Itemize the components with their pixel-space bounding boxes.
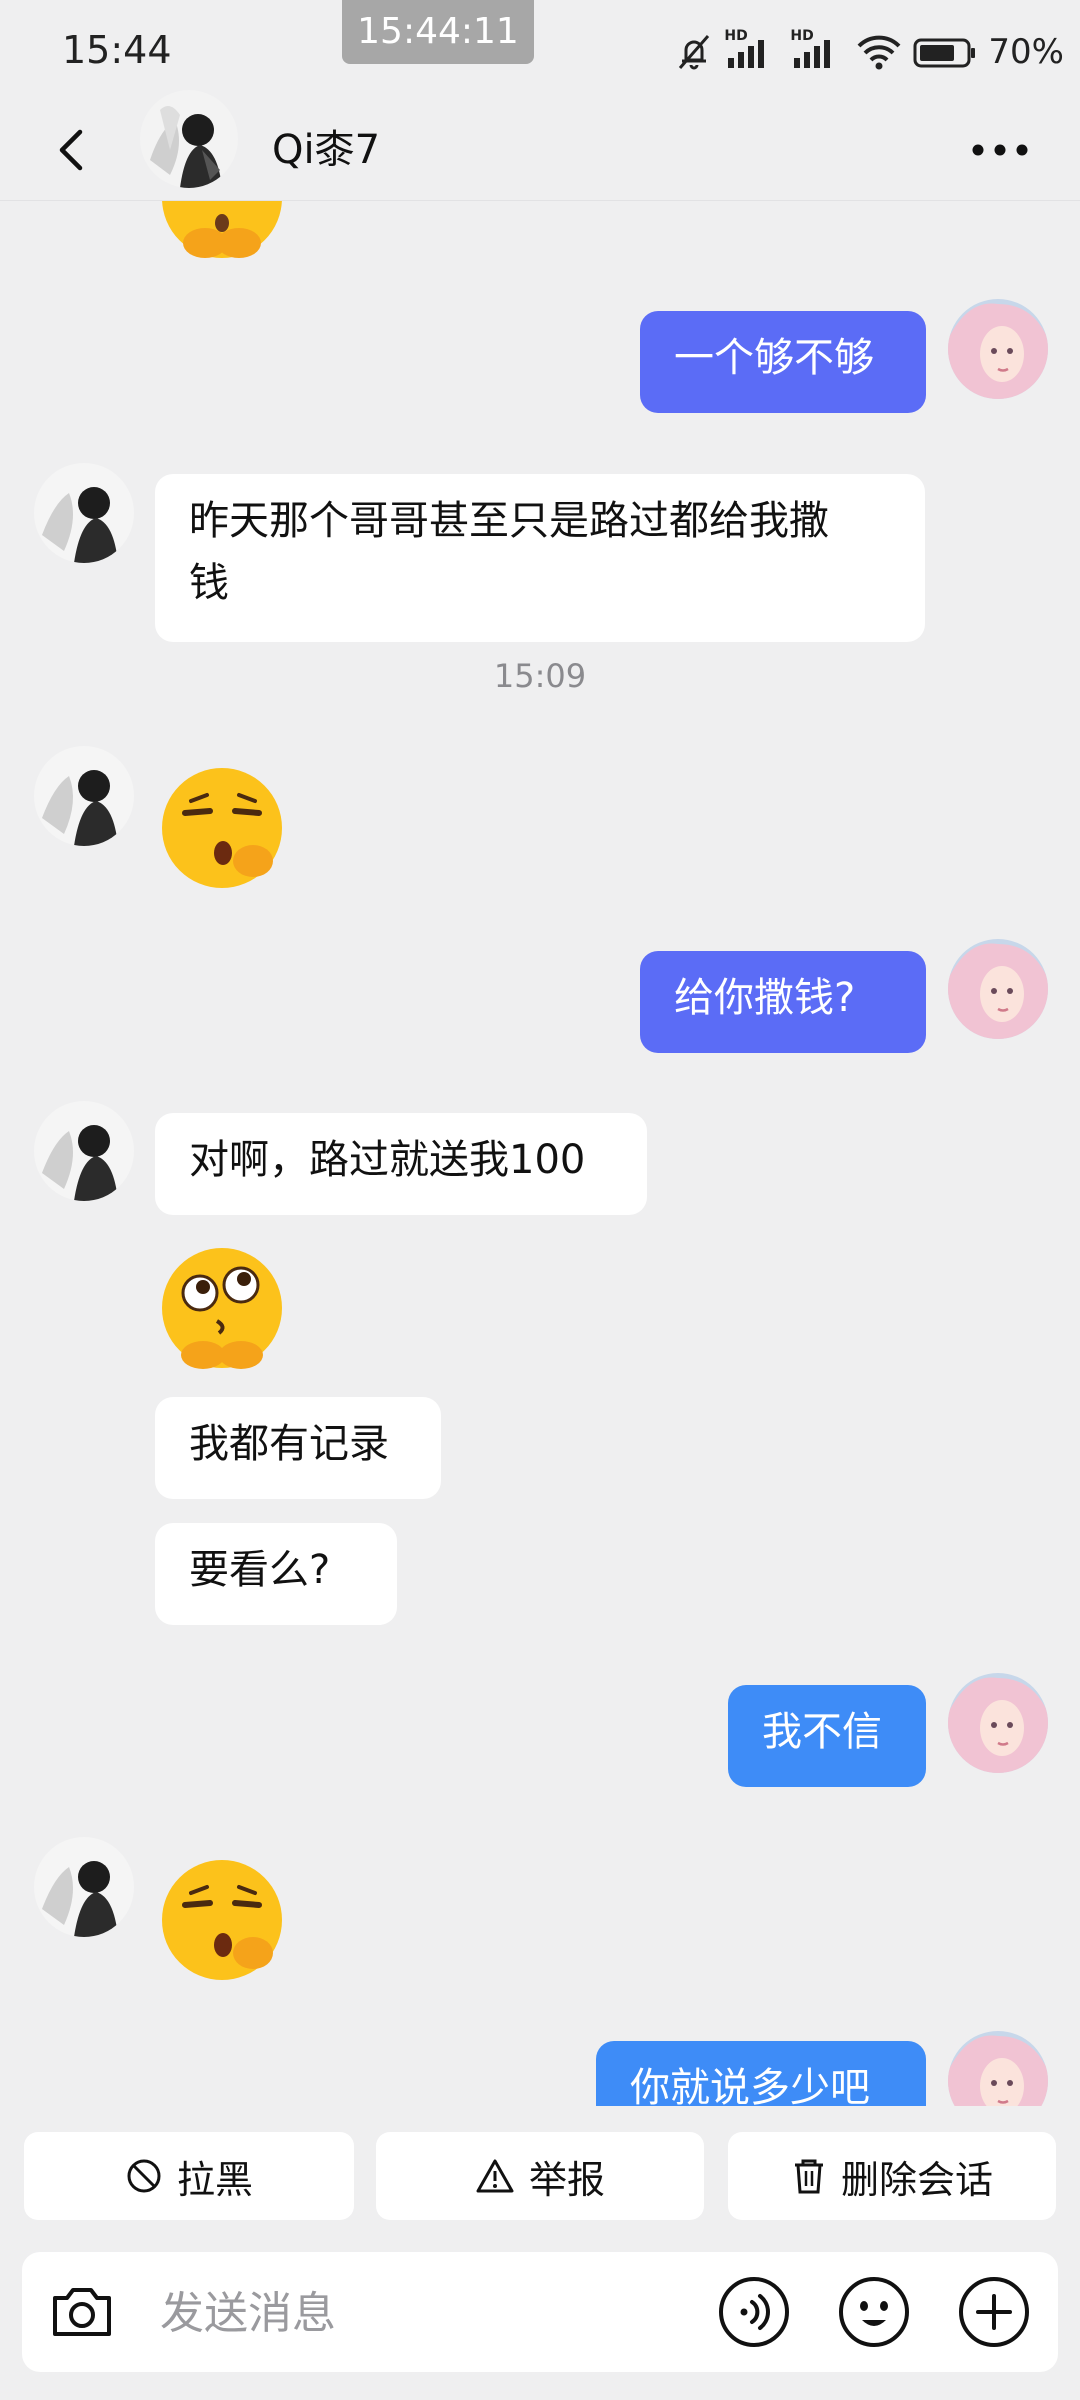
shushing-face-emoji-icon[interactable] [155,1853,289,1987]
outgoing-message[interactable]: 你就说多少吧 [596,2041,926,2106]
outgoing-message[interactable]: 一个够不够 [640,311,926,413]
message-input-bar [22,2252,1058,2372]
contact-avatar-message[interactable] [34,1837,134,1937]
add-button[interactable] [956,2274,1032,2350]
hands-together-emoji-icon [162,201,282,258]
chevron-left-icon [59,129,83,171]
contact-avatar-message[interactable] [34,1101,134,1201]
trash-icon [794,2159,823,2194]
incoming-message[interactable]: 昨天那个哥哥甚至只是路过都给我撒 钱 [155,474,925,642]
block-icon [127,2159,161,2193]
emoji-icon [839,2277,909,2347]
report-label: 举报 [528,2157,605,2202]
emoji-button[interactable] [836,2274,912,2350]
message-input[interactable] [158,2272,722,2354]
self-avatar[interactable] [948,299,1048,399]
contact-name[interactable]: Qi桼7 [272,118,380,182]
plus-circle-icon [959,2277,1029,2347]
more-dots-icon [972,144,1028,156]
contact-avatar-message[interactable] [34,746,134,846]
signal-icon: HD [724,28,780,72]
voice-button[interactable] [716,2274,792,2350]
outgoing-message[interactable]: 我不信 [728,1685,926,1787]
camera-button[interactable] [44,2274,120,2350]
eyes-hands-emoji-icon[interactable] [155,1241,289,1375]
message-list[interactable]: 一个够不够 昨天那个哥哥甚至只是路过都给我撒 钱 15:09 给你撒钱? 对啊，… [0,201,1080,2106]
self-avatar[interactable] [948,1673,1048,1773]
signal-icon-2: HD [790,28,846,72]
contact-avatar[interactable] [140,90,238,188]
wifi-icon [857,35,901,70]
block-label: 拉黑 [176,2157,253,2202]
incoming-message[interactable]: 我都有记录 [155,1397,441,1499]
shushing-face-emoji-icon[interactable] [155,761,289,895]
back-button[interactable] [40,118,104,182]
camera-icon [53,2288,111,2336]
delete-conversation-button[interactable]: 删除会话 [728,2132,1056,2220]
voice-icon [719,2277,789,2347]
quick-actions-bar: 拉黑 举报 删除会话 [0,2132,1080,2222]
incoming-message[interactable]: 要看么? [155,1523,397,1625]
delete-conversation-label: 删除会话 [840,2157,993,2202]
contact-avatar-message[interactable] [34,463,134,563]
chat-header: Qi桼7 [0,90,1080,201]
warning-icon [476,2159,514,2193]
battery-icon [913,38,976,68]
status-time: 15:44 [62,28,172,72]
block-button[interactable]: 拉黑 [24,2132,354,2220]
status-bar: 15:44 15:44:11 HD HD 70% [0,0,1080,100]
battery-percent: 70% [988,32,1064,72]
report-button[interactable]: 举报 [376,2132,704,2220]
screenshot-timestamp: 15:44:11 [342,0,534,64]
self-avatar[interactable] [948,2031,1048,2106]
more-options-button[interactable] [960,118,1040,182]
self-avatar[interactable] [948,939,1048,1039]
time-separator: 15:09 [493,657,587,695]
status-icons: HD HD 70% [674,28,1064,74]
mute-bell-icon [679,35,710,70]
incoming-message[interactable]: 对啊，路过就送我100 [155,1113,647,1215]
outgoing-message[interactable]: 给你撒钱? [640,951,926,1053]
